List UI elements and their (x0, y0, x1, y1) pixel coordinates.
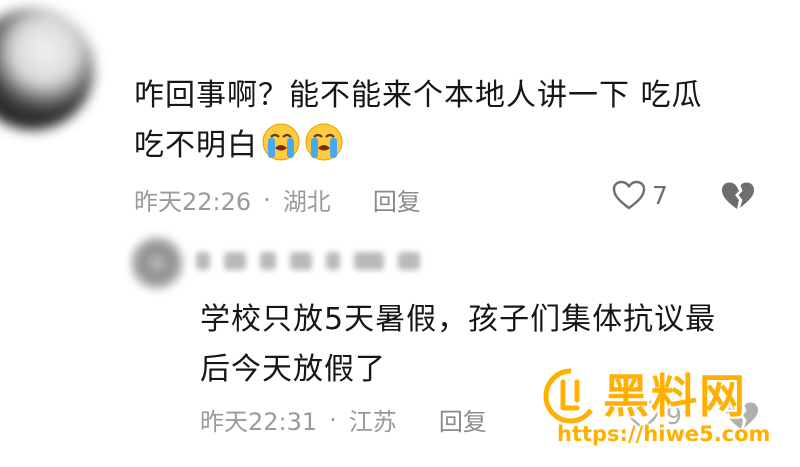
comment-time: 昨天22:26 (134, 188, 252, 216)
comment-line: 吃不明白 (134, 128, 258, 163)
watermark: 黑料网 https://hiwe5.com (543, 360, 793, 460)
comment-line: 学校只放5天暑假，孩子们集体抗议最 (200, 302, 717, 337)
blurred-username (196, 246, 456, 276)
broken-heart-icon[interactable] (720, 180, 756, 212)
comment-meta: 昨天22:31 · 江苏 回复 (200, 402, 487, 437)
reply-button[interactable]: 回复 (439, 402, 487, 437)
loudly-crying-face-icon (305, 123, 343, 161)
separator: · (329, 405, 337, 434)
separator: · (263, 185, 271, 214)
watermark-title: 黑料网 (603, 369, 747, 423)
like-button[interactable]: 7 (612, 180, 668, 210)
comment-location: 江苏 (348, 408, 397, 436)
comment-line-with-emoji: 吃不明白 (134, 121, 754, 171)
avatar[interactable] (0, 8, 94, 130)
comment-location: 湖北 (282, 188, 331, 216)
watermark-logo-icon (543, 368, 594, 424)
watermark-url: https://hiwe5.com (557, 422, 771, 446)
heart-icon (612, 180, 646, 210)
loudly-crying-face-icon (262, 123, 300, 161)
comment-body: 咋回事啊？能不能来个本地人讲一下 吃瓜 吃不明白 (134, 71, 754, 171)
comment-thread: 咋回事啊？能不能来个本地人讲一下 吃瓜 吃不明白 昨天22:26 · 湖北 回复… (0, 0, 800, 467)
reply-button[interactable]: 回复 (373, 182, 421, 217)
avatar[interactable] (130, 236, 184, 290)
like-count: 7 (652, 180, 668, 210)
comment-time: 昨天22:31 (200, 408, 318, 436)
comment-line: 咋回事啊？能不能来个本地人讲一下 吃瓜 (134, 78, 703, 113)
comment-meta: 昨天22:26 · 湖北 回复 (134, 182, 421, 217)
